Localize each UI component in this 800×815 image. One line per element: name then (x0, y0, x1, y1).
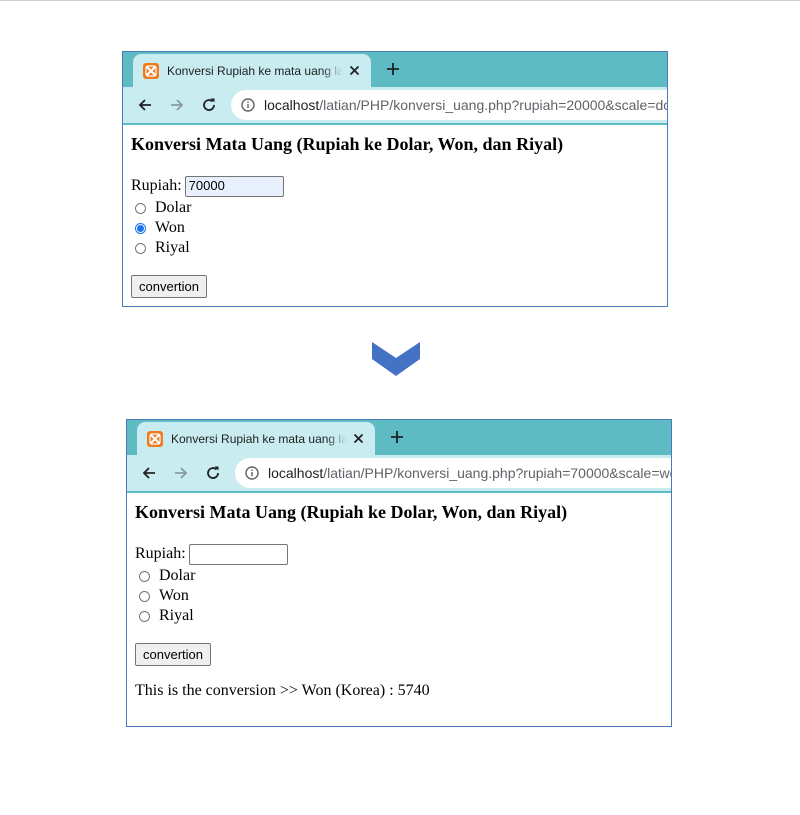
radio-label: Won (155, 219, 185, 236)
url-host: localhost (268, 465, 324, 481)
radio-label: Won (159, 587, 189, 604)
rupiah-label: Rupiah: (131, 177, 182, 194)
browser-tab[interactable]: Konversi Rupiah ke mata uang lain (137, 422, 375, 455)
radio-button[interactable] (139, 610, 150, 622)
url-host: localhost (264, 97, 320, 113)
rupiah-label: Rupiah: (135, 545, 186, 562)
tab-strip: Konversi Rupiah ke mata uang lain (123, 52, 667, 87)
radio-option-dolar[interactable]: Dolar (135, 198, 659, 218)
browser-toolbar: localhost/latian/PHP/konversi_uang.php?r… (123, 87, 667, 125)
radio-label: Riyal (159, 607, 194, 624)
tab-title: Konversi Rupiah ke mata uang lain (171, 431, 347, 446)
close-tab-icon[interactable] (351, 431, 365, 445)
radio-option-won[interactable]: Won (135, 218, 659, 238)
tab-title: Konversi Rupiah ke mata uang lain (167, 63, 343, 78)
rupiah-row: Rupiah: (135, 542, 663, 566)
back-arrow-icon[interactable] (141, 465, 157, 481)
xampp-icon (147, 430, 163, 447)
address-bar[interactable]: localhost/latian/PHP/konversi_uang.php?r… (235, 458, 672, 488)
url-path: /latian/PHP/konversi_uang.php?rupiah=200… (319, 97, 668, 113)
new-tab-plus-icon[interactable] (389, 429, 405, 445)
radio-button[interactable] (139, 590, 150, 602)
browser-window-after: Konversi Rupiah ke mata uang lain localh… (126, 419, 672, 727)
radio-option-won[interactable]: Won (139, 586, 663, 606)
reload-icon[interactable] (205, 465, 221, 481)
page-heading: Konversi Mata Uang (Rupiah ke Dolar, Won… (135, 502, 568, 522)
radio-option-dolar[interactable]: Dolar (139, 566, 663, 586)
browser-tab[interactable]: Konversi Rupiah ke mata uang lain (133, 54, 371, 87)
radio-option-riyal[interactable]: Riyal (135, 238, 659, 258)
radio-label: Riyal (155, 239, 190, 256)
browser-toolbar: localhost/latian/PHP/konversi_uang.php?r… (127, 455, 671, 493)
top-divider (0, 0, 800, 1)
radio-button-checked[interactable] (135, 222, 146, 234)
tab-strip: Konversi Rupiah ke mata uang lain (127, 420, 671, 455)
page-content: Konversi Mata Uang (Rupiah ke Dolar, Won… (127, 493, 671, 700)
info-icon[interactable] (245, 466, 259, 480)
radio-label: Dolar (155, 199, 192, 216)
chevron-down-icon (372, 342, 420, 376)
convertion-button[interactable]: convertion (135, 643, 211, 666)
radio-button[interactable] (135, 242, 146, 254)
url-path: /latian/PHP/konversi_uang.php?rupiah=700… (323, 465, 672, 481)
radio-label: Dolar (159, 567, 196, 584)
rupiah-input[interactable] (188, 543, 288, 565)
convertion-button[interactable]: convertion (131, 275, 207, 298)
page-heading: Konversi Mata Uang (Rupiah ke Dolar, Won… (131, 134, 564, 154)
rupiah-row: Rupiah: 70000 (131, 174, 659, 198)
xampp-icon (143, 62, 159, 79)
reload-icon[interactable] (201, 97, 217, 113)
info-icon[interactable] (241, 98, 255, 112)
page-content: Konversi Mata Uang (Rupiah ke Dolar, Won… (123, 125, 667, 298)
conversion-result: This is the conversion >> Won (Korea) : … (135, 682, 430, 699)
browser-window-before: Konversi Rupiah ke mata uang lain localh… (122, 51, 668, 307)
back-arrow-icon[interactable] (137, 97, 153, 113)
forward-arrow-icon[interactable] (173, 465, 189, 481)
radio-button[interactable] (135, 202, 146, 214)
new-tab-plus-icon[interactable] (385, 61, 401, 77)
close-tab-icon[interactable] (347, 63, 361, 77)
rupiah-input[interactable]: 70000 (184, 175, 284, 197)
url-text: localhost/latian/PHP/konversi_uang.php?r… (268, 465, 672, 481)
radio-option-riyal[interactable]: Riyal (139, 606, 663, 626)
address-bar[interactable]: localhost/latian/PHP/konversi_uang.php?r… (231, 90, 668, 120)
radio-button[interactable] (139, 570, 150, 582)
forward-arrow-icon[interactable] (169, 97, 185, 113)
url-text: localhost/latian/PHP/konversi_uang.php?r… (264, 97, 668, 113)
